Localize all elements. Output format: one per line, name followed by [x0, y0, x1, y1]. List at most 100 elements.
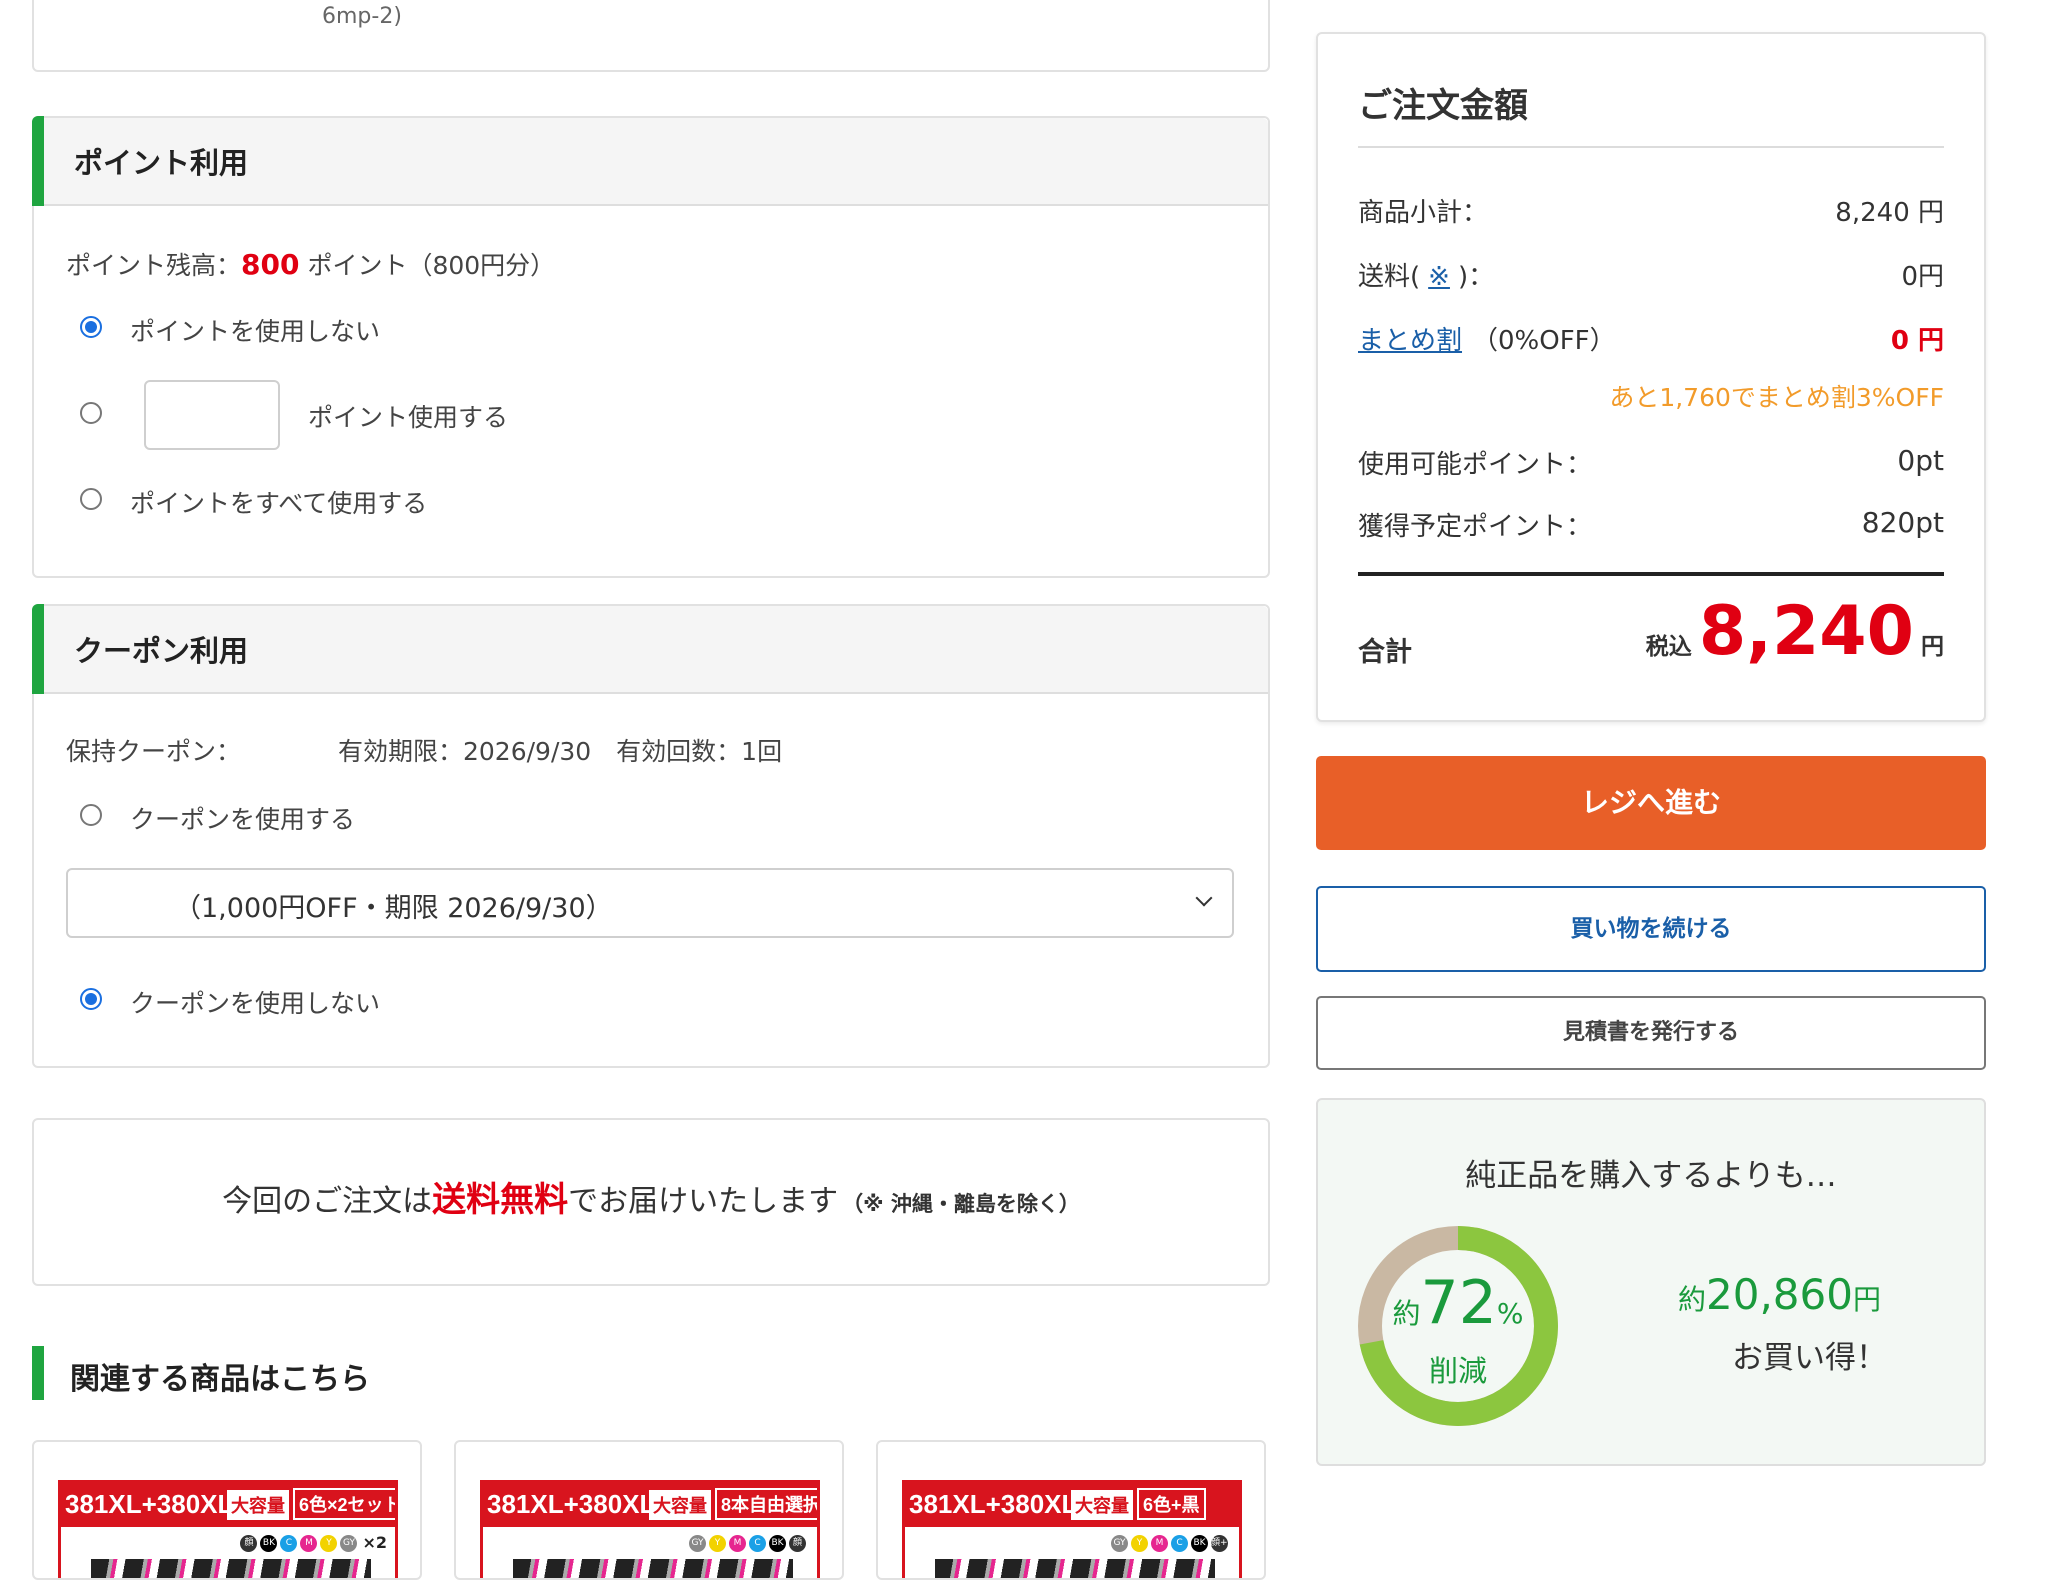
ink-color-swatch: GY — [340, 1535, 358, 1552]
points-none-radio[interactable] — [80, 316, 102, 338]
product-image[interactable]: 381XL+380XL 大容量 8本自由選択 GY Y M C BK 顔 — [480, 1480, 820, 1578]
product-banner: 381XL+380XL 大容量 8本自由選択 — [483, 1483, 817, 1527]
related-product-card[interactable]: 381XL+380XL 大容量 8本自由選択 GY Y M C BK 顔 — [454, 1440, 844, 1580]
savings-amount-value: 20,860 — [1706, 1270, 1853, 1319]
shipping-label-pre: 送料( — [1358, 262, 1421, 292]
coupon-use-radio[interactable] — [80, 804, 102, 826]
truncated-text: 6mp-2) — [322, 4, 402, 29]
ink-color-swatch: Y — [709, 1535, 726, 1552]
ink-color-swatch: M — [1151, 1535, 1168, 1552]
bulk-discount-value: 0 円 — [1890, 326, 1944, 356]
ink-color-swatch: BK — [1191, 1535, 1208, 1552]
savings-percent: 約72% — [1356, 1268, 1560, 1338]
coupon-use-label[interactable]: クーポンを使用する — [130, 800, 355, 836]
bulk-discount-rate: （0%OFF） — [1472, 326, 1616, 356]
points-all-label[interactable]: ポイントをすべて使用する — [130, 484, 427, 520]
shipping-note-link[interactable]: ※ — [1428, 262, 1450, 292]
ink-color-swatch: M — [729, 1535, 746, 1552]
available-points-label: 使用可能ポイント： — [1358, 450, 1593, 480]
free-shipping-note: （※ 沖縄・離島を除く） — [842, 1192, 1080, 1216]
subtotal-label: 商品小計： — [1358, 198, 1489, 228]
previous-section-card: 6mp-2) — [32, 0, 1270, 72]
summary-divider — [1358, 146, 1944, 148]
issue-estimate-button[interactable]: 見積書を発行する — [1316, 996, 1986, 1070]
total-divider — [1358, 572, 1944, 576]
product-tag-set: 8本自由選択 — [715, 1488, 817, 1520]
chevron-down-icon — [1195, 889, 1213, 907]
bulk-label: まとめ割 （0%OFF） — [1358, 320, 1616, 357]
ink-color-swatch: 顔 — [789, 1535, 806, 1552]
ink-color-swatch: 顔+顔 — [1211, 1535, 1237, 1552]
ink-cartridges-illustration — [935, 1559, 1215, 1578]
coupon-none-label[interactable]: クーポンを使用しない — [130, 984, 380, 1020]
earn-points-value: 820pt — [1861, 506, 1944, 539]
ink-color-swatch: C — [280, 1535, 298, 1552]
related-product-card[interactable]: 381XL+380XL 大容量 6色+黒 GY Y M C BK 顔+顔 — [876, 1440, 1266, 1580]
product-color-swatches: 顔 BK C M Y GY ×2 — [240, 1533, 387, 1552]
product-model: 381XL+380XL — [487, 1489, 656, 1519]
savings-approx: 約 — [1392, 1297, 1421, 1330]
ink-color-swatch: C — [1171, 1535, 1188, 1552]
product-tag-capacity: 大容量 — [227, 1490, 289, 1520]
earn-points-label: 獲得予定ポイント： — [1358, 512, 1593, 542]
points-balance-label: ポイント残高： — [66, 251, 242, 280]
product-banner: 381XL+380XL 大容量 6色×2セット — [61, 1483, 395, 1527]
continue-shopping-button[interactable]: 買い物を続ける — [1316, 886, 1986, 972]
product-image[interactable]: 381XL+380XL 大容量 6色×2セット顔 BK C M Y GY ×2 — [58, 1480, 398, 1578]
ink-color-swatch: GY — [1111, 1535, 1128, 1552]
ink-cartridges-illustration — [91, 1559, 371, 1578]
related-title: 関連する商品はこちら — [70, 1362, 370, 1397]
product-tag-capacity: 大容量 — [649, 1490, 711, 1520]
bulk-discount-link[interactable]: まとめ割 — [1358, 326, 1462, 356]
subtotal-value: 8,240 円 — [1835, 198, 1944, 228]
product-image[interactable]: 381XL+380XL 大容量 6色+黒 GY Y M C BK 顔+顔 — [902, 1480, 1242, 1578]
shipping-value: 0円 — [1901, 262, 1944, 292]
coupon-section: クーポン利用 保持クーポン： 有効期限：2026/9/30 有効回数：1回 クー… — [32, 604, 1270, 1068]
points-none-label[interactable]: ポイントを使用しない — [130, 312, 380, 348]
ink-color-swatch: 顔 — [240, 1535, 258, 1552]
product-color-swatches: GY Y M C BK 顔 — [689, 1533, 809, 1552]
points-balance-value: 800 — [241, 248, 300, 281]
product-set-count: ×2 — [362, 1533, 387, 1552]
product-model: 381XL+380XL — [909, 1489, 1078, 1519]
coupon-held-info: 有効期限：2026/9/30 有効回数：1回 — [338, 737, 783, 766]
points-partial-radio[interactable] — [80, 402, 102, 424]
savings-amount-prefix: 約 — [1678, 1283, 1707, 1316]
points-amount-input[interactable] — [144, 380, 280, 450]
coupon-none-radio[interactable] — [80, 988, 102, 1010]
savings-tagline: お買い得！ — [1732, 1340, 1887, 1376]
available-points-value: 0pt — [1897, 444, 1944, 477]
product-color-swatches: GY Y M C BK 顔+顔 — [1111, 1533, 1237, 1552]
ink-color-swatch: M — [300, 1535, 318, 1552]
points-balance-suffix: ポイント（800円分） — [307, 251, 556, 280]
points-all-radio[interactable] — [80, 488, 102, 510]
related-product-card[interactable]: 381XL+380XL 大容量 6色×2セット顔 BK C M Y GY ×2 — [32, 1440, 422, 1580]
coupon-select-value: （1,000円OFF・期限 2026/9/30） — [174, 893, 613, 924]
total-unit: 円 — [1921, 634, 1944, 660]
savings-amount-unit: 円 — [1852, 1283, 1881, 1316]
checkout-button[interactable]: レジへ進む — [1316, 756, 1986, 850]
order-summary-card: ご注文金額 商品小計： 8,240 円 送料(※)： 0円 まとめ割 （0%OFF… — [1316, 32, 1986, 722]
ink-color-swatch: BK — [260, 1535, 278, 1552]
product-model: 381XL+380XL — [65, 1489, 234, 1519]
ink-color-swatch: Y — [320, 1535, 338, 1552]
free-shipping-banner: 今回のご注文は送料無料でお届けいたします （※ 沖縄・離島を除く） — [32, 1118, 1270, 1286]
product-tag-capacity: 大容量 — [1071, 1490, 1133, 1520]
product-tag-set: 6色×2セット — [293, 1488, 395, 1520]
coupon-section-title: クーポン利用 — [74, 634, 249, 668]
savings-percent-value: 72 — [1420, 1268, 1497, 1338]
ink-color-swatch: Y — [1131, 1535, 1148, 1552]
savings-percent-sign: % — [1496, 1297, 1524, 1330]
coupon-section-header: クーポン利用 — [32, 604, 1268, 694]
ink-color-swatch: BK — [769, 1535, 786, 1552]
ink-cartridges-illustration — [513, 1559, 793, 1578]
free-shipping-message: 今回のご注文は送料無料でお届けいたします （※ 沖縄・離島を除く） — [34, 1172, 1268, 1221]
ink-color-swatch: GY — [689, 1535, 706, 1552]
free-shipping-pre: 今回のご注文は — [222, 1184, 433, 1219]
tax-included-label: 税込 — [1645, 634, 1692, 660]
points-partial-label[interactable]: ポイント使用する — [308, 398, 508, 434]
total-value: 8,240 — [1698, 592, 1914, 671]
coupon-select[interactable]: （1,000円OFF・期限 2026/9/30） — [66, 868, 1234, 938]
points-balance: ポイント残高：800 ポイント（800円分） — [66, 246, 555, 282]
savings-card: 純正品を購入するよりも… 約72% 削減 約20,860円 お買い得！ — [1316, 1098, 1986, 1466]
